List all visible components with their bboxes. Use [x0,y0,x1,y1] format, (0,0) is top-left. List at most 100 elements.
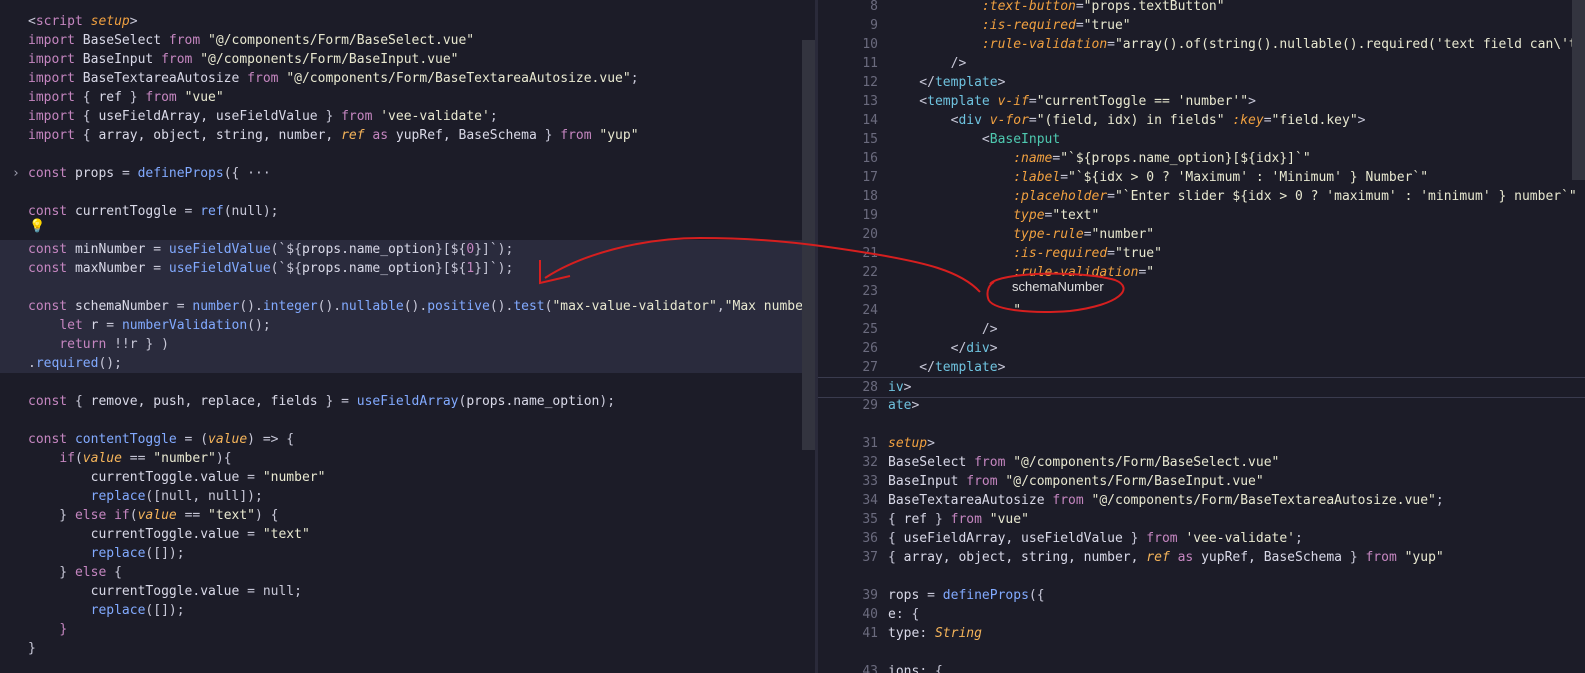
code-line[interactable]: 20 type-rule="number" [818,225,1585,244]
code-text: replace([]); [28,544,185,563]
code-token: </ [888,341,967,356]
code-text: iv> [888,378,911,397]
code-line[interactable]: 36 { useFieldArray, useFieldValue } from … [818,529,1585,548]
code-line[interactable]: import { useFieldArray, useFieldValue } … [0,107,815,126]
code-text: ate> [888,396,919,415]
code-line[interactable]: return !!r } ) [0,335,815,354]
code-line[interactable]: 8 :text-button="props.textButton" [818,0,1585,16]
code-line[interactable]: 29 ate> [818,396,1585,415]
code-line[interactable]: 13 <template v-if="currentToggle == 'num… [818,92,1585,111]
code-line[interactable]: replace([]); [0,601,815,620]
code-line[interactable]: const { remove, push, replace, fields } … [0,392,815,411]
code-line[interactable]: 34 BaseTextareaAutosize from "@/component… [818,491,1585,510]
code-line[interactable]: .required(); [0,354,815,373]
code-line[interactable]: import BaseTextareaAutosize from "@/comp… [0,69,815,88]
code-line[interactable]: currentToggle.value = null; [0,582,815,601]
code-line[interactable]: 31 setup> [818,434,1585,453]
code-token: } [1349,550,1366,565]
code-line[interactable]: let r = numberValidation(); [0,316,815,335]
code-line[interactable]: const contentToggle = (value) => { [0,430,815,449]
code-token: = [153,242,169,257]
code-line[interactable]: const maxNumber = useFieldValue(`${props… [0,259,815,278]
code-line[interactable]: } [0,620,815,639]
fold-chevron-icon[interactable]: › [12,164,20,183]
code-line[interactable]: 19 type="text" [818,206,1585,225]
code-line-empty[interactable] [0,278,815,297]
code-line[interactable]: replace([]); [0,544,815,563]
code-text: import BaseTextareaAutosize from "@/comp… [28,69,639,88]
code-line[interactable]: 21 :is-required="true" [818,244,1585,263]
code-text: if(value == "number"){ [28,449,231,468]
code-token: v-for [989,113,1029,128]
code-line[interactable]: 35 { ref } from "vue" [818,510,1585,529]
right-scrollbar[interactable] [1572,0,1585,180]
code-token: 'vee-validate' [1185,531,1296,546]
code-token: } [544,128,561,143]
code-line[interactable]: 12 </template> [818,73,1585,92]
code-token: ) { [255,508,279,523]
code-line[interactable]: const currentToggle = ref(null); [0,202,815,221]
code-line[interactable]: 14 <div v-for="(field, idx) in fields" :… [818,111,1585,130]
code-line[interactable]: 11 /> [818,54,1585,73]
code-line[interactable]: replace([null, null]); [0,487,815,506]
code-line[interactable]: 15 <BaseInput [818,130,1585,149]
code-line[interactable]: 26 </div> [818,339,1585,358]
code-line[interactable]: 28 iv> [818,377,1585,398]
code-line[interactable]: const props = defineProps({ ··· [0,164,815,183]
code-token: " [1146,265,1155,280]
code-text: BaseSelect from "@/components/Form/BaseS… [888,453,1279,472]
line-number: 23 [862,284,878,299]
code-line[interactable]: if(value == "number"){ [0,449,815,468]
code-line[interactable]: 24 " [818,301,1585,320]
code-token: ( [74,451,83,466]
code-line[interactable]: <script setup> [0,12,815,31]
code-token: { [888,550,904,565]
code-token: BaseTextareaAutosize [888,493,1053,508]
code-line[interactable]: 16 :name="`${props.name_option}[${idx}]`… [818,149,1585,168]
code-line[interactable]: const schemaNumber = number().integer().… [0,297,815,316]
code-line[interactable]: currentToggle.value = "number" [0,468,815,487]
code-line[interactable]: } [0,639,815,658]
code-text: currentToggle.value = null; [28,582,302,601]
code-text: :name="`${props.name_option}[${idx}]`" [888,149,1310,168]
code-token: as [372,128,396,143]
code-line[interactable]: 23 [818,282,1585,301]
code-text: const props = defineProps({ ··· [28,164,271,183]
code-token: }[${ [435,261,467,276]
code-token: }[${ [435,242,467,257]
code-line[interactable]: currentToggle.value = "text" [0,525,815,544]
lightbulb-icon[interactable]: 💡 [29,219,45,234]
code-line[interactable]: 18 :placeholder="`Enter slider ${idx > 0… [818,187,1585,206]
code-line[interactable]: 39 rops = defineProps({ [818,586,1585,605]
code-line[interactable]: import { ref } from "vue" [0,88,815,107]
code-line[interactable]: import BaseInput from "@/components/Form… [0,50,815,69]
code-line[interactable]: const minNumber = useFieldValue(`${props… [0,240,815,259]
code-line[interactable]: 22 :rule-validation=" [818,263,1585,282]
code-line[interactable]: 10 :rule-validation="array().of(string()… [818,35,1585,54]
code-line[interactable]: } else if(value == "text") { [0,506,815,525]
code-line[interactable]: 9 :is-required="true" [818,16,1585,35]
code-text: :label="`${idx > 0 ? 'Maximum' : 'Minimu… [888,168,1428,187]
code-line[interactable]: 40 e: { [818,605,1585,624]
code-token: positive [427,299,490,314]
code-line[interactable]: 17 :label="`${idx > 0 ? 'Maximum' : 'Min… [818,168,1585,187]
code-token: ({ [1028,588,1045,603]
left-scrollbar[interactable] [802,40,815,450]
code-line[interactable]: 27 </template> [818,358,1585,377]
code-line[interactable]: import BaseSelect from "@/components/For… [0,31,815,50]
code-line[interactable]: 37 { array, object, string, number, ref a… [818,548,1585,567]
code-line[interactable]: import { array, object, string, number, … [0,126,815,145]
code-token: } [934,512,951,527]
code-line[interactable]: 41 type: String [818,624,1585,643]
code-text: } [28,620,67,639]
code-token: > [1248,94,1256,109]
code-line[interactable]: 25 /> [818,320,1585,339]
code-line[interactable]: } else { [0,563,815,582]
right-editor-pane[interactable]: 8 :text-button="props.textButton" 9 :is-r… [818,0,1585,673]
code-line[interactable]: 32 BaseSelect from "@/components/Form/Bas… [818,453,1585,472]
left-editor-pane[interactable]: <script setup> import BaseSelect from "@/… [0,0,815,673]
code-line[interactable]: 43 ions: { [818,662,1585,673]
code-line[interactable]: 33 BaseInput from "@/components/Form/Base… [818,472,1585,491]
code-token: value [137,508,185,523]
